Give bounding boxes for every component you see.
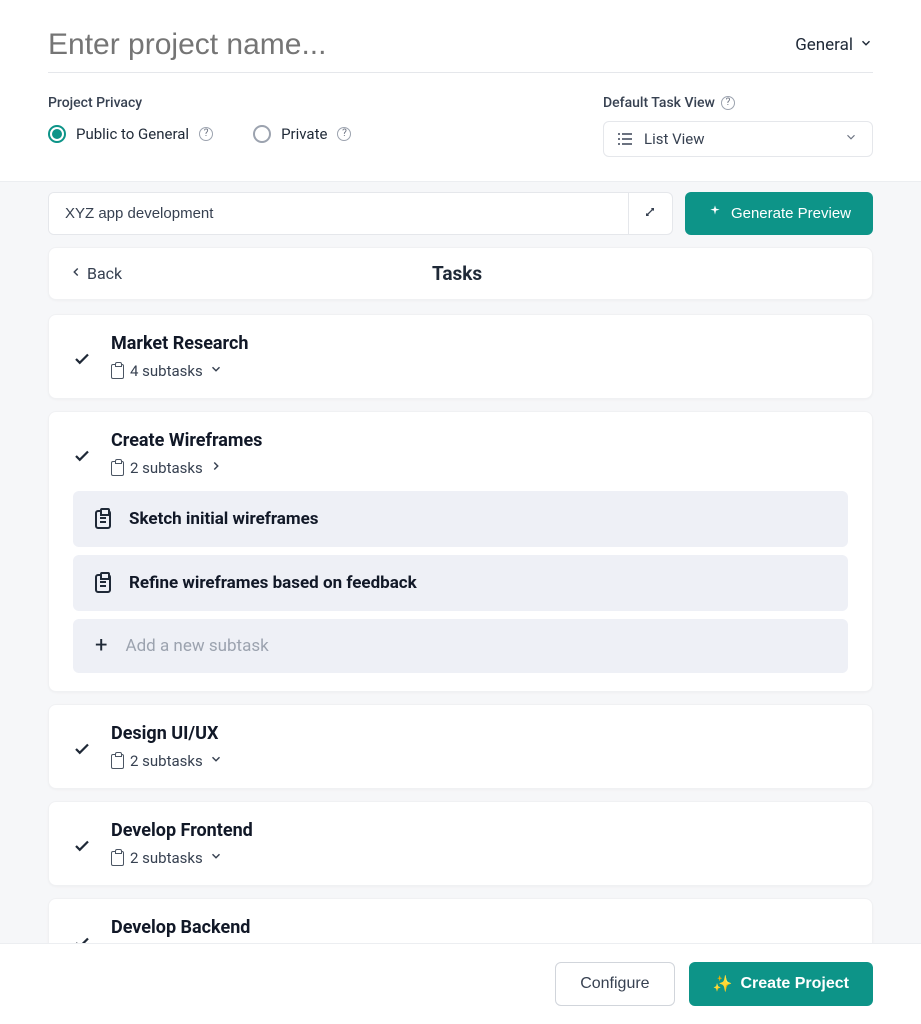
subtask-title: Refine wireframes based on feedback	[129, 573, 417, 593]
check-icon[interactable]	[73, 837, 91, 860]
chevron-down-icon	[209, 362, 223, 380]
subtask-count-label: 2 subtasks	[130, 849, 203, 867]
prompt-input[interactable]	[49, 193, 628, 234]
clipboard-icon	[111, 851, 124, 866]
generate-button-label: Generate Preview	[731, 205, 851, 222]
privacy-option-label: Private	[281, 125, 327, 143]
subtask-toggle[interactable]: 4 subtasks	[111, 362, 248, 380]
clipboard-icon	[95, 574, 111, 593]
subtask-item[interactable]: Refine wireframes based on feedback	[73, 555, 848, 611]
task-title[interactable]: Market Research	[111, 333, 248, 354]
sparkle-icon	[707, 204, 723, 224]
task-title[interactable]: Create Wireframes	[111, 430, 262, 451]
task-card: Develop Frontend 2 subtasks	[48, 801, 873, 886]
chevron-down-icon	[209, 752, 223, 770]
clipboard-icon	[95, 510, 111, 529]
configure-button[interactable]: Configure	[555, 962, 674, 1006]
privacy-option-label: Public to General	[76, 125, 189, 143]
subtask-item[interactable]: Sketch initial wireframes	[73, 491, 848, 547]
subtask-count-label: 2 subtasks	[130, 752, 203, 770]
taskview-selected: List View	[644, 130, 705, 148]
privacy-option-public[interactable]: Public to General ?	[48, 125, 213, 143]
task-title[interactable]: Develop Frontend	[111, 820, 253, 841]
subtask-count-label: 2 subtasks	[130, 459, 203, 477]
check-icon[interactable]	[73, 740, 91, 763]
add-subtask-label: Add a new subtask	[125, 636, 268, 656]
privacy-option-private[interactable]: Private ?	[253, 125, 351, 143]
task-card: Market Research 4 subtasks	[48, 314, 873, 399]
create-project-button[interactable]: ✨ Create Project	[689, 962, 873, 1006]
clipboard-icon	[111, 461, 124, 476]
generate-preview-button[interactable]: Generate Preview	[685, 192, 873, 235]
clipboard-icon	[111, 364, 124, 379]
help-icon[interactable]: ?	[337, 127, 351, 141]
task-title[interactable]: Design UI/UX	[111, 723, 223, 744]
expand-button[interactable]	[628, 193, 672, 234]
help-icon[interactable]: ?	[199, 127, 213, 141]
check-icon[interactable]	[73, 350, 91, 373]
configure-label: Configure	[580, 975, 649, 992]
list-icon	[618, 133, 632, 145]
chevron-down-icon	[859, 35, 873, 55]
chevron-down-icon	[209, 849, 223, 867]
context-selector-label: General	[795, 35, 853, 55]
sparkle-icon: ✨	[713, 974, 733, 994]
create-label: Create Project	[741, 975, 850, 993]
radio-selected-icon	[48, 125, 66, 143]
task-card: Create Wireframes 2 subtasks Sketch initia…	[48, 411, 873, 692]
clipboard-icon	[111, 754, 124, 769]
add-subtask-button[interactable]: + Add a new subtask	[73, 619, 848, 673]
tasks-title: Tasks	[62, 262, 852, 285]
expand-icon	[642, 204, 658, 224]
help-icon[interactable]: ?	[721, 96, 735, 110]
check-icon[interactable]	[73, 447, 91, 470]
radio-unselected-icon	[253, 125, 271, 143]
chevron-right-icon	[209, 459, 223, 477]
taskview-select[interactable]: List View	[603, 121, 873, 157]
subtask-toggle[interactable]: 2 subtasks	[111, 459, 262, 477]
plus-icon: +	[95, 635, 107, 657]
task-card: Design UI/UX 2 subtasks	[48, 704, 873, 789]
project-name-input[interactable]	[48, 28, 795, 62]
task-title[interactable]: Develop Backend	[111, 917, 250, 938]
privacy-label: Project Privacy	[48, 95, 351, 111]
chevron-down-icon	[844, 130, 858, 148]
taskview-label: Default Task View	[603, 95, 715, 111]
subtask-count-label: 4 subtasks	[130, 362, 203, 380]
subtask-toggle[interactable]: 2 subtasks	[111, 752, 223, 770]
context-selector[interactable]: General	[795, 35, 873, 55]
subtask-title: Sketch initial wireframes	[129, 509, 319, 529]
subtask-toggle[interactable]: 2 subtasks	[111, 849, 253, 867]
